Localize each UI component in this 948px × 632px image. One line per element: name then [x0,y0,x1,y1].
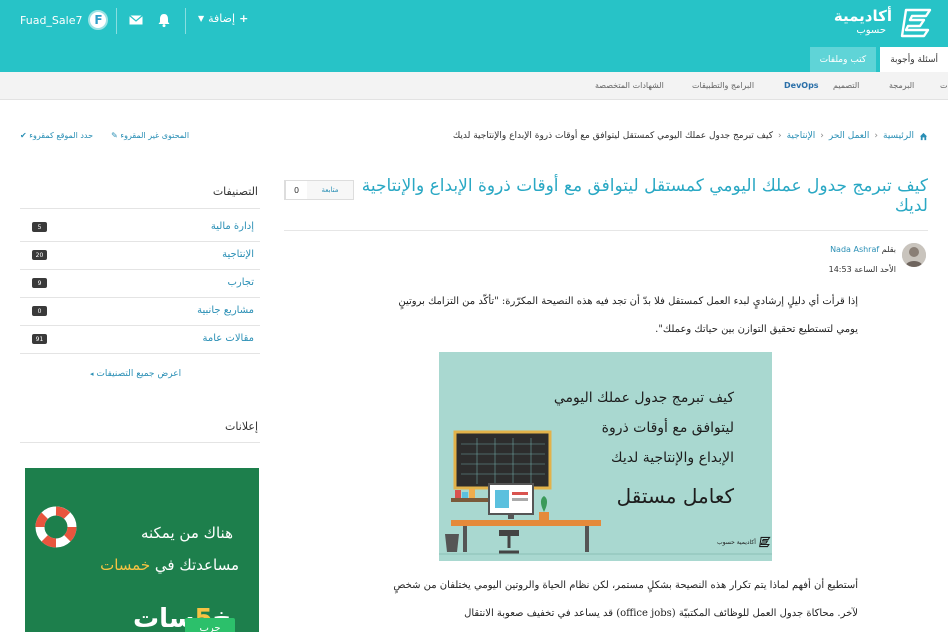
add-menu[interactable]: ▼ إضافة + [198,12,248,25]
category-count-badge: 20 [32,250,47,260]
envelope-icon[interactable] [128,12,144,28]
user-photo-icon [902,243,926,267]
logo-icon [900,8,932,38]
author-avatar[interactable] [902,243,926,267]
ad-headline: هناك من يمكنه [140,524,233,542]
subnav-item-certificates[interactable]: الشهادات المتخصصة [595,81,664,90]
khamsat-ad-banner[interactable]: هناك من يمكنه مساعدتك في خمسات خ5سات جرب [25,468,259,632]
logo-icon [758,536,771,548]
caret-left-icon: ◂ [90,370,94,378]
unread-label: المحتوى غير المقروء [120,131,190,140]
breadcrumb: الرئيسية ‹ العمل الحر ‹ الإنتاجية ‹ كيف … [453,131,928,141]
mark-read-label: حدد الموقع كمقروء [29,131,94,140]
category-count-badge: 5 [32,222,47,232]
category-count-badge: 0 [32,306,47,316]
ads-heading: إعلانات [225,420,258,433]
author-byline: بقلم Nada Ashraf [830,245,896,254]
ad-try-button[interactable]: جرب [185,618,235,632]
breadcrumb-category[interactable]: الإنتاجية [787,131,816,141]
tab-books[interactable]: كتب وملفات [809,47,877,72]
sidebar-divider [20,325,260,326]
title-divider [284,230,928,231]
add-label: إضافة [208,12,236,25]
header-divider [116,8,117,34]
chevron-left-icon: ‹ [874,131,878,141]
site-logo[interactable]: أكاديمية حسوب [804,6,934,40]
follow-button[interactable]: 0 متابعة [284,180,354,200]
chevron-left-icon: ‹ [777,131,782,141]
sidebar-divider [20,297,260,298]
sidebar-divider [20,353,260,354]
subnav-item-programming[interactable]: البرمجة [889,81,914,90]
logo-title: أكاديمية [833,7,892,25]
top-header: أكاديمية حسوب Fuad_Sale7 F ▼ إضافة + أسئ… [0,0,948,72]
all-categories-link[interactable]: اعرض جميع التصنيفات ◂ [90,369,181,379]
unread-content-link[interactable]: ✎ المحتوى غير المقروء [111,131,189,140]
category-item[interactable]: مشاريع جانبية 0 [20,304,260,320]
category-label: إدارة مالية [210,221,254,232]
category-item[interactable]: مقالات عامة 91 [20,332,260,348]
ad-subline-text: مساعدتك في [154,556,239,574]
category-count-badge: 9 [32,278,47,288]
category-item[interactable]: إدارة مالية 5 [20,220,260,236]
chevron-left-icon: ‹ [820,131,824,141]
ad-brand-name: خمسات [100,556,151,574]
user-menu[interactable]: Fuad_Sale7 F [20,9,109,31]
main-tabs: أسئلة وأجوبة كتب وملفات [809,47,948,72]
caret-down-icon: ▼ [198,14,205,23]
pencil-icon: ✎ [111,131,118,140]
ad-subline: مساعدتك في خمسات [100,556,239,574]
subnav-item-design[interactable]: التصميم [833,81,859,90]
header-divider [185,8,186,34]
desk-illustration [439,430,772,555]
subnav-item-overflow[interactable]: ت [940,81,948,90]
home-icon[interactable] [919,132,928,141]
category-label: تجارب [227,277,254,288]
logo-subtitle: حسوب [856,25,886,36]
breadcrumb-current: كيف تبرمج جدول عملك اليومي كمستقل ليتواف… [452,131,773,141]
follow-count: 0 [285,181,307,199]
username: Fuad_Sale7 [20,13,83,27]
category-nav: ت البرمجة التصميم DevOps البرامج والتطبي… [0,72,948,100]
avatar[interactable]: F [88,10,109,30]
sidebar-divider [20,269,260,270]
author-name[interactable]: Nada Ashraf [830,245,879,254]
breadcrumb-home[interactable]: الرئيسية [883,131,914,141]
subnav-item-apps[interactable]: البرامج والتطبيقات [692,81,754,90]
category-label: مشاريع جانبية [197,305,254,316]
category-label: مقالات عامة [202,333,255,344]
article-title: كيف تبرمج جدول عملك اليومي كمستقل ليتواف… [361,176,928,216]
check-icon: ✔ [20,131,27,140]
plus-icon: + [239,12,249,25]
sidebar-divider [20,241,260,242]
byline-prefix: بقلم [881,245,896,254]
categories-heading: التصنيفات [212,185,258,198]
article-paragraph: إذا قرأت أي دليلٍ إرشاديٍ لبدء العمل كمس… [398,296,858,335]
sidebar-divider [20,208,260,209]
category-count-badge: 91 [32,334,47,344]
subnav-item-devops[interactable]: DevOps [784,81,819,90]
reading-tools: ✔ حدد الموقع كمقروء ✎ المحتوى غير المقرو… [20,131,189,140]
article-image[interactable]: كيف تبرمج جدول عملك اليومي ليتوافق مع أو… [439,352,772,561]
category-label: الإنتاجية [222,249,254,260]
all-categories-label: اعرض جميع التصنيفات [96,369,182,379]
post-date: الأحد الساعة 14:53 [828,265,896,274]
category-item[interactable]: تجارب 9 [20,276,260,292]
bell-icon[interactable] [156,12,172,28]
follow-label: متابعة [321,186,339,194]
breadcrumb-section[interactable]: العمل الحر [829,131,869,141]
image-brand: أكاديمية حسوب [717,536,771,548]
image-brand-text: أكاديمية حسوب [717,538,756,546]
tab-questions[interactable]: أسئلة وأجوبة [880,47,948,72]
lifebuoy-icon [35,506,77,548]
sidebar-divider [20,442,260,443]
article-paragraph: أستطيع أن أفهم لماذا يتم تكرار هذه النصي… [393,580,858,619]
mark-read-link[interactable]: ✔ حدد الموقع كمقروء [20,131,93,140]
category-item[interactable]: الإنتاجية 20 [20,248,260,264]
